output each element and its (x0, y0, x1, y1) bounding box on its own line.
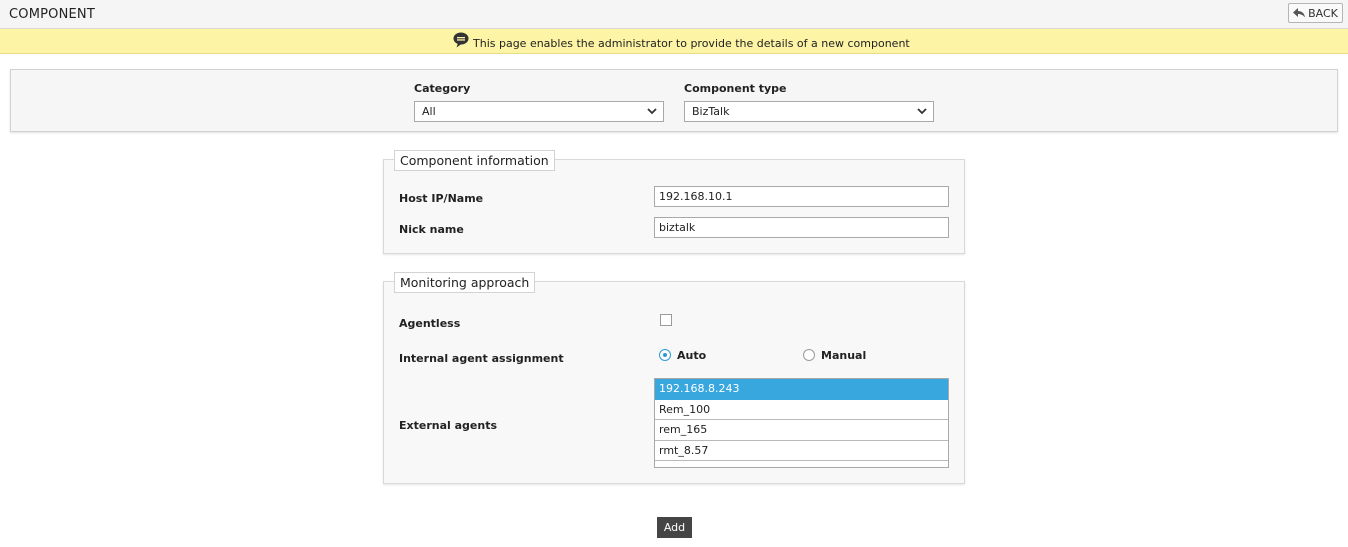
external-agents-label: External agents (399, 419, 498, 432)
nick-name-label: Nick name (399, 223, 464, 236)
component-type-label: Component type (684, 82, 787, 95)
component-info-legend: Component information (394, 150, 555, 171)
list-item[interactable]: Rem_100 (655, 400, 948, 420)
speech-bubble-icon (453, 32, 469, 48)
list-item[interactable]: 192.168.8.243 (655, 379, 948, 400)
chevron-down-icon (647, 108, 657, 115)
category-value: All (422, 105, 436, 118)
auto-radio-label[interactable]: Auto (677, 349, 706, 362)
add-button[interactable]: Add (657, 517, 692, 538)
nick-name-input[interactable] (654, 217, 949, 238)
agentless-label: Agentless (399, 317, 461, 330)
host-input[interactable] (654, 186, 949, 207)
back-label: BACK (1308, 6, 1338, 20)
chevron-down-icon (917, 108, 927, 115)
internal-agent-label: Internal agent assignment (399, 352, 564, 365)
monitoring-legend: Monitoring approach (394, 272, 536, 293)
component-type-value: BizTalk (692, 105, 730, 118)
auto-radio[interactable] (659, 349, 671, 361)
agentless-checkbox[interactable] (660, 314, 672, 326)
external-agents-list[interactable]: 192.168.8.243 Rem_100 rem_165 rmt_8.57 (654, 378, 949, 468)
filter-panel (10, 69, 1338, 132)
host-label: Host IP/Name (399, 192, 484, 205)
back-arrow-icon (1293, 8, 1306, 18)
header-bar: COMPONENT BACK (0, 0, 1348, 29)
manual-radio-label[interactable]: Manual (821, 349, 866, 362)
info-message: This page enables the administrator to p… (473, 37, 910, 50)
list-item[interactable]: rem_165 (655, 420, 948, 441)
back-button[interactable]: BACK (1288, 3, 1343, 23)
component-type-select[interactable]: BizTalk (684, 101, 934, 122)
manual-radio[interactable] (803, 349, 815, 361)
info-banner: This page enables the administrator to p… (0, 29, 1348, 54)
category-label: Category (414, 82, 471, 95)
page-title: COMPONENT (9, 7, 96, 22)
category-select[interactable]: All (414, 101, 664, 122)
list-item[interactable]: rmt_8.57 (655, 441, 948, 461)
